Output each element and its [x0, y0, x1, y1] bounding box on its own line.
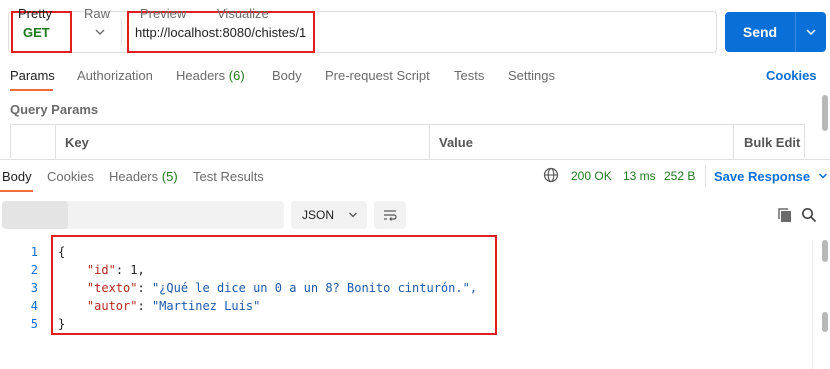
cookies-link[interactable]: Cookies	[766, 68, 817, 83]
query-params-title: Query Params	[10, 102, 99, 117]
active-tab-indicator	[0, 190, 33, 192]
column-divider	[55, 125, 56, 159]
column-header-value: Value	[439, 135, 473, 150]
divider	[705, 165, 706, 187]
tab-response-cookies[interactable]: Cookies	[47, 169, 94, 184]
request-tabs: Params Authorization Headers (6) Body Pr…	[0, 62, 830, 92]
tab-test-results[interactable]: Test Results	[193, 169, 264, 184]
wrap-lines-button[interactable]	[374, 201, 406, 229]
bulk-edit-button[interactable]: Bulk Edit	[744, 135, 800, 150]
view-visualize-button[interactable]: Visualize	[217, 6, 269, 21]
chevron-down-icon	[806, 29, 816, 36]
globe-icon[interactable]	[543, 167, 559, 183]
tab-pre-request-script[interactable]: Pre-request Script	[325, 68, 430, 83]
divider	[121, 18, 122, 46]
highlight-box	[51, 235, 497, 335]
active-tab-indicator	[10, 89, 53, 91]
line-number: 4	[30, 299, 38, 313]
view-preview-button[interactable]: Preview	[140, 6, 186, 21]
status-code[interactable]: 200 OK	[571, 169, 612, 183]
view-raw-button[interactable]: Raw	[84, 6, 110, 21]
chevron-down-icon	[818, 173, 827, 179]
response-time[interactable]: 13 ms	[623, 169, 656, 183]
column-divider	[733, 125, 734, 159]
tab-headers[interactable]: Headers (6)	[176, 68, 245, 83]
scrollbar[interactable]	[822, 95, 828, 131]
send-options-button[interactable]	[795, 12, 826, 52]
scrollbar[interactable]	[822, 240, 828, 262]
tab-tests[interactable]: Tests	[454, 68, 484, 83]
tab-settings[interactable]: Settings	[508, 68, 555, 83]
tab-response-headers[interactable]: Headers (5)	[109, 169, 178, 184]
divider	[812, 240, 813, 369]
query-params-table: Key Value Bulk Edit	[10, 124, 805, 159]
tab-response-body[interactable]: Body	[2, 169, 32, 184]
url-bar: GET http://localhost:8080/chistes/1	[8, 11, 717, 53]
tab-body[interactable]: Body	[272, 68, 302, 83]
scrollbar[interactable]	[822, 312, 828, 332]
line-number: 3	[30, 281, 38, 295]
line-number: 5	[30, 317, 38, 331]
view-pretty-button[interactable]: Pretty	[18, 6, 52, 21]
pane-divider[interactable]	[0, 159, 830, 160]
response-size[interactable]: 252 B	[664, 169, 695, 183]
view-mode-active	[2, 201, 68, 229]
search-icon[interactable]	[801, 207, 817, 223]
format-select[interactable]: JSON	[291, 201, 367, 229]
wrap-lines-icon	[384, 210, 397, 221]
chevron-down-icon[interactable]	[93, 25, 107, 39]
save-response-button[interactable]: Save Response	[714, 169, 828, 184]
column-divider	[429, 125, 430, 159]
send-button[interactable]: Send	[725, 12, 795, 52]
column-header-key: Key	[65, 135, 89, 150]
tab-authorization[interactable]: Authorization	[77, 68, 153, 83]
tab-params[interactable]: Params	[10, 68, 55, 83]
line-number: 1	[30, 245, 38, 259]
chevron-down-icon	[349, 212, 357, 218]
copy-icon[interactable]	[777, 207, 793, 223]
line-number: 2	[30, 263, 38, 277]
